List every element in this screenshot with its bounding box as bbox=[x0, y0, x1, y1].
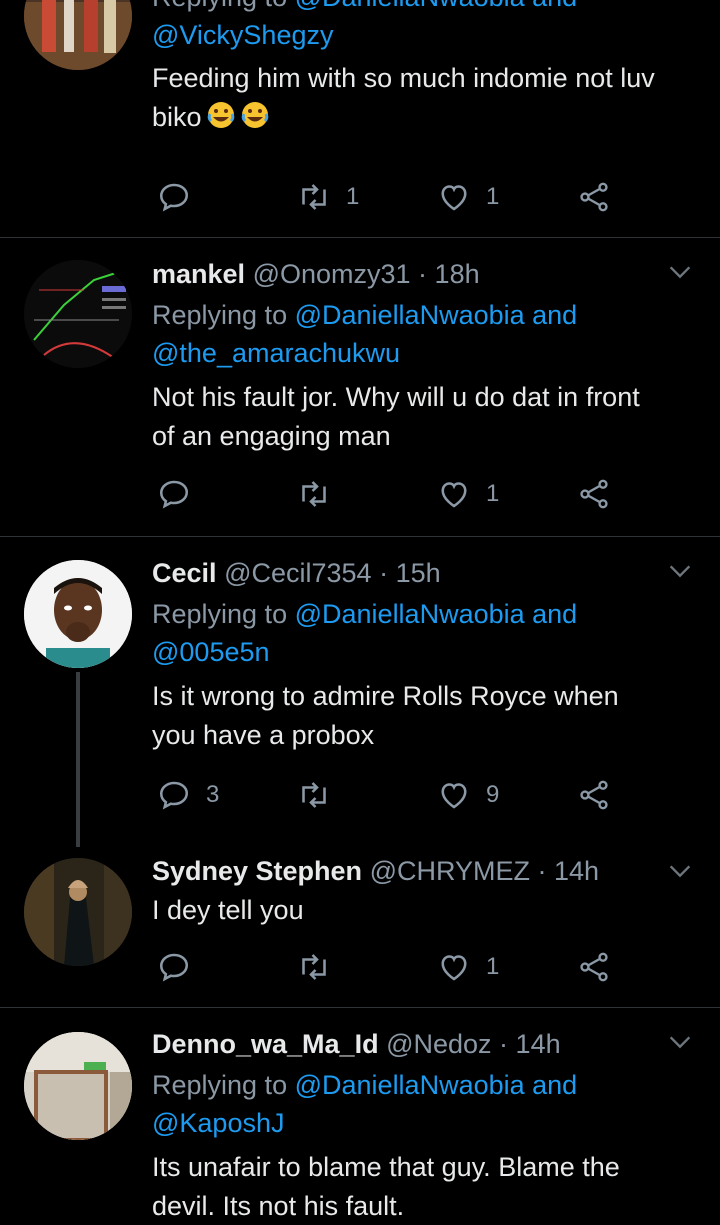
like-icon bbox=[441, 955, 467, 981]
replying-to: Replying to @DaniellaNwaobia and bbox=[152, 599, 578, 629]
username[interactable]: @Cecil7354 bbox=[224, 558, 372, 588]
display-name[interactable]: Denno_wa_Ma_Id bbox=[152, 1029, 379, 1059]
tweet-header: Cecil @Cecil7354 · 15h bbox=[152, 558, 441, 588]
retweet-button[interactable] bbox=[296, 775, 346, 815]
replying-to: Replying to @DaniellaNwaobia and bbox=[152, 0, 702, 16]
reply-icon bbox=[159, 480, 189, 509]
mention-link[interactable]: @DaniellaNwaobia and bbox=[295, 300, 578, 330]
like-button[interactable]: 1 bbox=[436, 474, 499, 514]
mention-link[interactable]: @VickyShegzy bbox=[152, 20, 334, 50]
reply-button[interactable]: 3 bbox=[156, 775, 219, 815]
tweet-actions: 1 1 bbox=[152, 177, 632, 217]
reply-icon bbox=[159, 781, 189, 810]
display-name[interactable]: Sydney Stephen bbox=[152, 856, 362, 886]
laughing-emoji-icon bbox=[206, 100, 236, 130]
like-button[interactable]: 1 bbox=[436, 947, 499, 987]
mention-link[interactable]: @DaniellaNwaobia and bbox=[295, 0, 578, 12]
share-icon bbox=[580, 952, 608, 982]
tweet-text: Is it wrong to admire Rolls Royce when y… bbox=[152, 681, 619, 750]
tweet-header: mankel @Onomzy31 · 18h bbox=[152, 259, 480, 289]
tweet-actions: 1 bbox=[152, 474, 632, 514]
retweet-button[interactable]: 1 bbox=[296, 177, 359, 217]
reply-icon bbox=[159, 953, 189, 982]
username[interactable]: @CHRYMEZ bbox=[370, 856, 530, 886]
like-button[interactable]: 1 bbox=[436, 177, 499, 217]
replying-to: Replying to @DaniellaNwaobia and bbox=[152, 300, 578, 330]
mention-link[interactable]: @005e5n bbox=[152, 637, 270, 667]
retweet-icon bbox=[302, 184, 326, 210]
mention-link[interactable]: @DaniellaNwaobia and bbox=[295, 599, 578, 629]
reply-button[interactable] bbox=[156, 474, 206, 514]
tweet-4[interactable]: Denno_wa_Ma_Id @Nedoz · 14h Replying to … bbox=[0, 1008, 720, 1225]
avatar[interactable] bbox=[24, 560, 132, 668]
share-icon bbox=[580, 780, 608, 810]
share-button[interactable] bbox=[576, 775, 612, 815]
timestamp[interactable]: 18h bbox=[435, 259, 480, 289]
tweet-actions: 3 9 bbox=[152, 775, 632, 815]
avatar[interactable] bbox=[24, 858, 132, 966]
avatar[interactable] bbox=[24, 260, 132, 368]
like-button[interactable]: 9 bbox=[436, 775, 499, 815]
tweet-3[interactable]: Sydney Stephen @CHRYMEZ · 14h I dey tell… bbox=[0, 837, 720, 1007]
mention-link[interactable]: @the_amarachukwu bbox=[152, 338, 400, 368]
tweet-header: Sydney Stephen @CHRYMEZ · 14h bbox=[152, 856, 600, 886]
tweet-0[interactable]: Replying to @DaniellaNwaobia and @VickyS… bbox=[0, 0, 720, 237]
mention-link[interactable]: @KaposhJ bbox=[152, 1108, 284, 1138]
share-icon bbox=[580, 182, 608, 212]
laughing-emoji-icon bbox=[240, 100, 270, 130]
retweet-button[interactable] bbox=[296, 474, 346, 514]
share-button[interactable] bbox=[576, 177, 612, 217]
like-icon bbox=[441, 185, 467, 211]
reply-icon bbox=[159, 183, 189, 212]
display-name[interactable]: mankel bbox=[152, 259, 245, 289]
tweet-text: I dey tell you bbox=[152, 895, 304, 925]
replying-to: Replying to @DaniellaNwaobia and bbox=[152, 1070, 578, 1100]
timestamp[interactable]: 15h bbox=[396, 558, 441, 588]
like-icon bbox=[441, 482, 467, 508]
avatar[interactable] bbox=[24, 0, 132, 70]
retweet-button[interactable] bbox=[296, 947, 346, 987]
tweet-text: Not his fault jor. Why will u do dat in … bbox=[152, 382, 640, 451]
tweet-2[interactable]: Cecil @Cecil7354 · 15h Replying to @Dani… bbox=[0, 537, 720, 847]
mention-link[interactable]: @DaniellaNwaobia and bbox=[295, 1070, 578, 1100]
reply-button[interactable] bbox=[156, 177, 206, 217]
tweet-text: Feeding him with so much indomie not luv… bbox=[152, 63, 655, 132]
share-button[interactable] bbox=[576, 947, 612, 987]
timestamp[interactable]: 14h bbox=[516, 1029, 561, 1059]
tweet-text: Its unafair to blame that guy. Blame the… bbox=[152, 1152, 620, 1221]
share-icon bbox=[580, 479, 608, 509]
share-button[interactable] bbox=[576, 474, 612, 514]
username[interactable]: @Onomzy31 bbox=[253, 259, 411, 289]
username[interactable]: @Nedoz bbox=[386, 1029, 491, 1059]
reply-button[interactable] bbox=[156, 947, 206, 987]
retweet-icon bbox=[302, 782, 326, 808]
like-icon bbox=[441, 783, 467, 809]
tweet-1[interactable]: mankel @Onomzy31 · 18h Replying to @Dani… bbox=[0, 238, 720, 536]
timestamp[interactable]: 14h bbox=[554, 856, 599, 886]
avatar[interactable] bbox=[24, 1032, 132, 1140]
display-name[interactable]: Cecil bbox=[152, 558, 217, 588]
thread-line bbox=[76, 672, 80, 847]
retweet-icon bbox=[302, 481, 326, 507]
tweet-actions: 1 bbox=[152, 947, 632, 987]
tweet-header: Denno_wa_Ma_Id @Nedoz · 14h bbox=[152, 1029, 561, 1059]
retweet-icon bbox=[302, 954, 326, 980]
